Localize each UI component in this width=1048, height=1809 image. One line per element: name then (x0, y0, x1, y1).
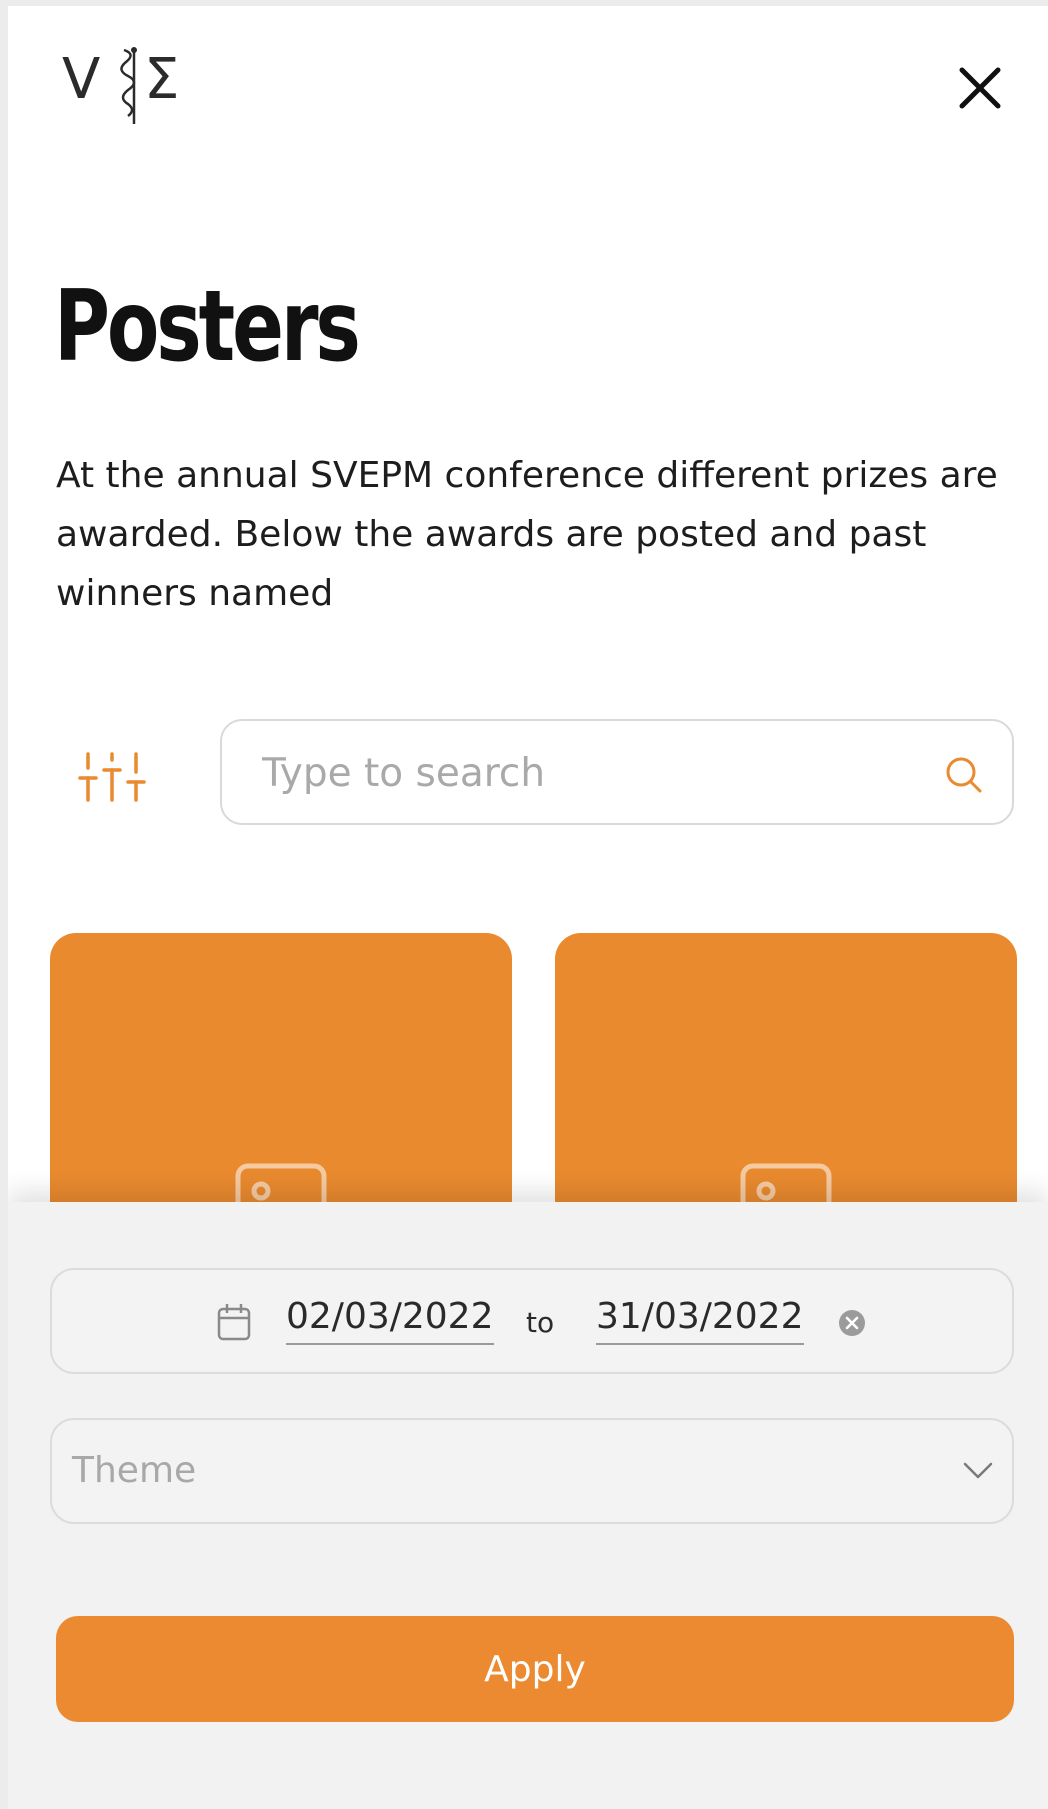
date-range-separator: to (526, 1306, 555, 1339)
svg-text:Σ: Σ (144, 47, 179, 112)
chevron-down-icon (963, 1462, 993, 1479)
search-icon[interactable] (944, 755, 984, 795)
sliders-icon (78, 752, 146, 802)
date-from-input[interactable]: 02/03/2022 (286, 1296, 494, 1345)
filter-toggle-button[interactable] (78, 746, 150, 808)
close-icon (959, 67, 1001, 109)
svg-text:V: V (62, 47, 100, 112)
filter-sheet: 02/03/2022 to 31/03/2022 Theme Apply (8, 1202, 1048, 1809)
date-range-picker[interactable]: 02/03/2022 to 31/03/2022 (50, 1268, 1014, 1374)
svepm-logo-icon[interactable]: V Σ (62, 46, 202, 126)
date-to-input[interactable]: 31/03/2022 (596, 1296, 804, 1345)
search-box (220, 719, 1014, 825)
close-button[interactable] (948, 56, 1012, 120)
intro-text: At the annual SVEPM conference different… (56, 455, 998, 614)
apply-button[interactable]: Apply (56, 1616, 1014, 1722)
theme-placeholder: Theme (72, 1450, 197, 1491)
calendar-icon (217, 1304, 251, 1341)
theme-select[interactable]: Theme (50, 1418, 1014, 1524)
search-input[interactable] (262, 743, 902, 803)
posters-page: V Σ Posters At the annual SVEPM conferen… (8, 6, 1048, 1809)
page-title: Posters (54, 270, 361, 384)
clear-circle-icon[interactable] (838, 1309, 866, 1337)
